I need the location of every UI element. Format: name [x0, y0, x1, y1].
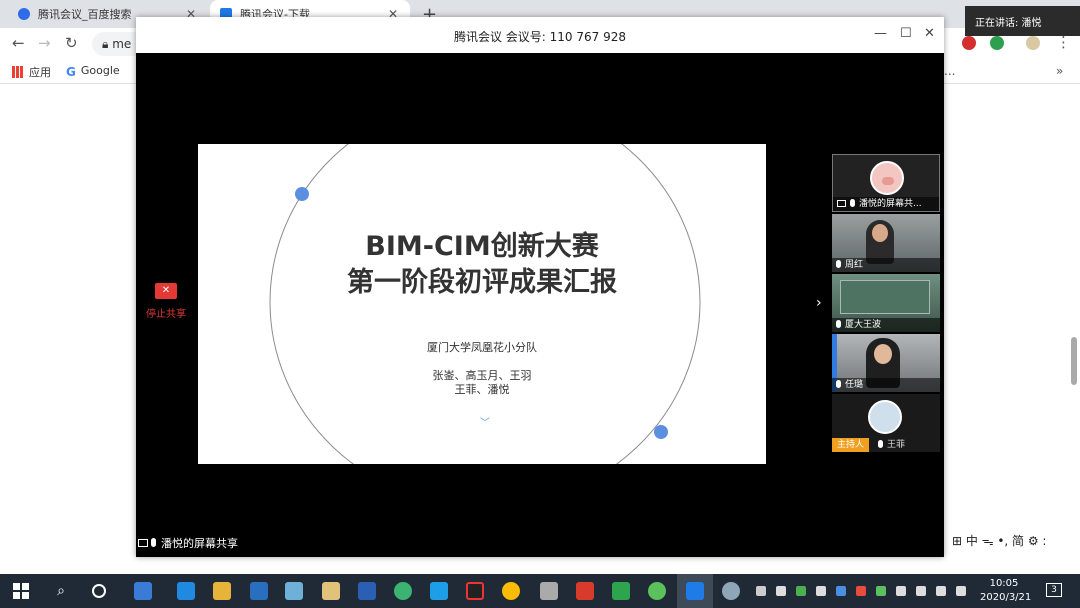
participant-tile[interactable]: 周红	[832, 214, 940, 272]
next-page-icon[interactable]: ›	[816, 295, 822, 311]
task-view-icon[interactable]	[92, 584, 106, 598]
screen-share-label: 潘悦的屏幕共享	[161, 537, 238, 550]
mic-icon	[850, 199, 855, 207]
app-icon[interactable]	[322, 582, 340, 600]
tray-icon[interactable]	[776, 586, 786, 596]
mic-icon	[151, 538, 156, 547]
participant-tile[interactable]: 厦大王波	[832, 274, 940, 332]
app-icon[interactable]	[612, 582, 630, 600]
google-icon: G	[66, 64, 76, 79]
extension-icon[interactable]	[962, 36, 976, 50]
participant-name: 潘悦的屏幕共...	[859, 199, 922, 209]
meeting-titlebar: 腾讯会议 会议号: 110 767 928 — ☐ ✕	[136, 17, 944, 53]
close-icon[interactable]: ✕	[924, 26, 935, 41]
slide-title-line2: 第一阶段初评成果汇报	[347, 267, 617, 298]
clock-time: 10:05	[989, 578, 1019, 589]
lock-icon: 🔒︎	[102, 37, 109, 51]
slide-members-line2: 王菲、潘悦	[454, 383, 510, 396]
app-icon[interactable]	[722, 582, 740, 600]
grammarly-icon[interactable]	[990, 36, 1004, 50]
app-icon[interactable]	[430, 582, 448, 600]
app-icon[interactable]	[285, 582, 303, 600]
tray-icon[interactable]	[896, 586, 906, 596]
battery-icon[interactable]	[916, 586, 926, 596]
profile-avatar[interactable]	[1026, 36, 1040, 50]
windows-start-icon[interactable]	[12, 582, 30, 600]
slide-title-line1: BIM-CIM创新大赛	[365, 231, 599, 262]
qq-icon[interactable]	[466, 582, 484, 600]
page-scrollbar[interactable]	[1071, 337, 1077, 385]
sogou-icon[interactable]	[134, 582, 152, 600]
taskbar: ⌕ 10:05 2020/3/21 3	[0, 574, 1080, 608]
chrome-icon[interactable]	[502, 582, 520, 600]
speaking-notification: 正在讲话: 潘悦	[965, 6, 1080, 36]
screen-share-icon	[138, 539, 148, 547]
store-icon[interactable]	[250, 582, 268, 600]
bluetooth-icon[interactable]	[836, 586, 846, 596]
screen-share-icon	[837, 200, 846, 207]
forward-icon[interactable]: →	[38, 34, 51, 52]
participant-name: 任璐	[845, 380, 864, 390]
tray-icon[interactable]	[856, 586, 866, 596]
reload-icon[interactable]: ↻	[65, 34, 78, 52]
clock-date: 2020/3/21	[980, 592, 1032, 603]
back-icon[interactable]: ←	[12, 34, 25, 52]
bookmark-google[interactable]: G Google	[66, 64, 120, 79]
edge-icon[interactable]	[177, 582, 195, 600]
app-icon[interactable]	[540, 582, 558, 600]
shared-slide: BIM-CIM创新大赛 第一阶段初评成果汇报 厦门大学凤凰花小分队 张崟、高玉月…	[198, 144, 766, 464]
stop-share-button[interactable]: ✕ 停止共享	[141, 283, 191, 320]
video-feed	[840, 280, 930, 314]
host-badge: 主持人	[832, 438, 870, 452]
mic-icon	[836, 380, 841, 388]
clock[interactable]: 10:05 2020/3/21	[980, 577, 1032, 605]
participant-tile[interactable]: 任璐	[832, 334, 940, 392]
meeting-window: 腾讯会议 会议号: 110 767 928 — ☐ ✕ ✕ 停止共享 BIM-C…	[136, 17, 944, 557]
participant-name: 厦大王波	[845, 320, 882, 330]
mic-icon	[836, 320, 841, 328]
tencent-meeting-icon[interactable]	[686, 582, 704, 600]
ime-status: 中 ᯓ •, 简 ⚙ :	[965, 534, 1047, 548]
ime-toolbar[interactable]: ⊞ 中 ᯓ •, 简 ⚙ :	[952, 532, 1046, 549]
search-icon[interactable]: ⌕	[52, 582, 70, 600]
tray-icon[interactable]	[756, 586, 766, 596]
notification-center-icon[interactable]: 3	[1046, 583, 1062, 597]
more-bookmarks-icon[interactable]: »	[1056, 64, 1063, 78]
tray-icon[interactable]	[796, 586, 806, 596]
wechat-icon[interactable]	[648, 582, 666, 600]
wifi-icon[interactable]	[936, 586, 946, 596]
minimize-icon[interactable]: —	[874, 26, 887, 41]
bookmark-label: 应用	[29, 66, 51, 79]
volume-icon[interactable]	[956, 586, 966, 596]
app-icon[interactable]	[394, 582, 412, 600]
ime-icon: ⊞	[952, 534, 966, 548]
screen-share-indicator: 潘悦的屏幕共享	[138, 535, 238, 551]
chevron-down-icon: ﹀	[480, 418, 490, 429]
bookmark-apps[interactable]: 应用	[12, 64, 51, 80]
word-icon[interactable]	[358, 582, 376, 600]
tray-icon[interactable]	[876, 586, 886, 596]
app-icon[interactable]	[576, 582, 594, 600]
mic-icon	[878, 440, 883, 448]
notification-count: 3	[1051, 585, 1057, 595]
mic-icon	[836, 260, 841, 268]
avatar	[868, 400, 902, 434]
stop-share-icon: ✕	[155, 283, 177, 299]
address-text: me	[112, 37, 132, 51]
meeting-title: 腾讯会议 会议号: 110 767 928	[453, 30, 626, 44]
participant-tile[interactable]: 潘悦的屏幕共...	[832, 154, 940, 212]
participant-name: 王菲	[887, 440, 906, 450]
slide-team-name: 厦门大学凤凰花小分队	[427, 341, 537, 354]
pig-avatar	[870, 161, 904, 195]
file-explorer-icon[interactable]	[213, 582, 231, 600]
bookmark-label: Google	[80, 64, 120, 77]
bookmarks-overflow[interactable]: ...	[944, 64, 955, 78]
participant-name: 周红	[845, 260, 864, 270]
apps-icon	[12, 66, 24, 78]
maximize-icon[interactable]: ☐	[900, 26, 912, 41]
stop-share-label: 停止共享	[146, 309, 186, 320]
participant-tile[interactable]: 主持人 王菲	[832, 394, 940, 452]
tray-icon[interactable]	[816, 586, 826, 596]
baidu-icon	[18, 8, 30, 20]
